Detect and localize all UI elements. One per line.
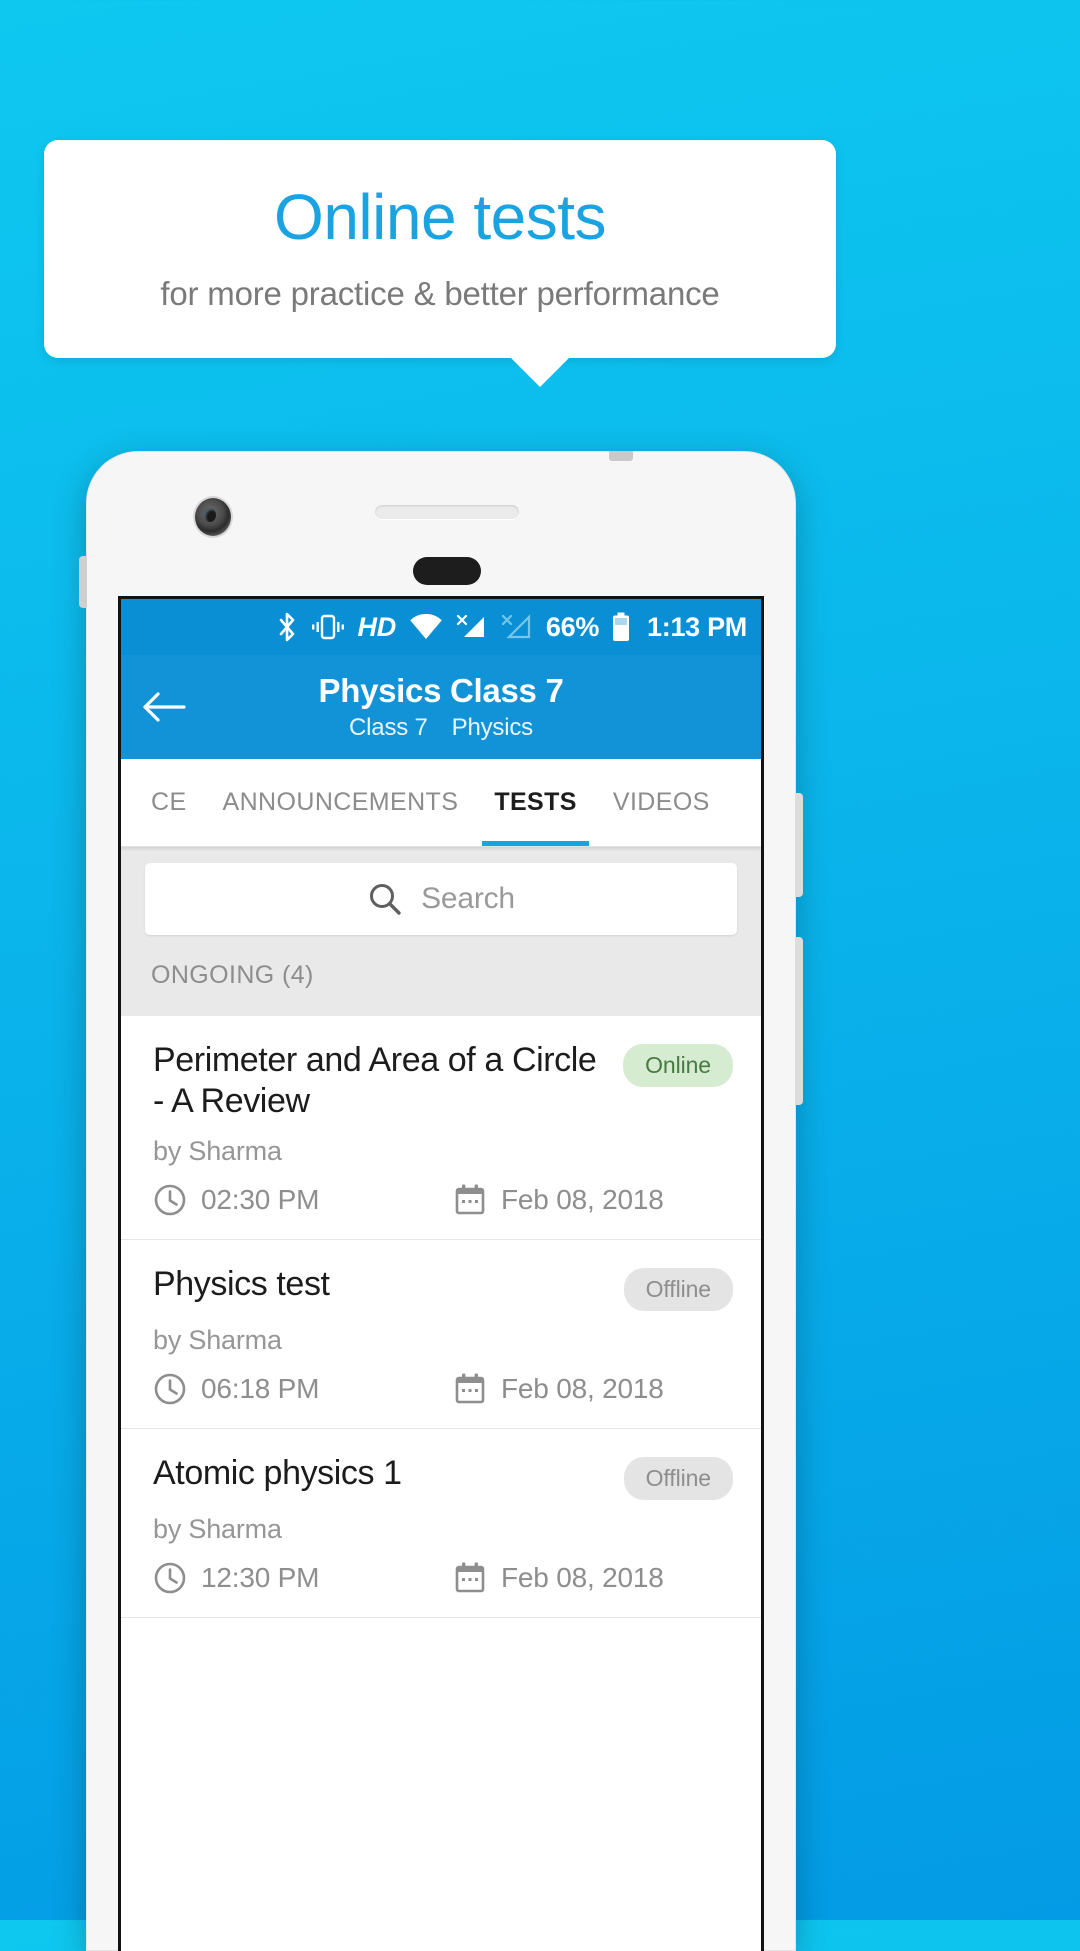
breadcrumb-class: Class 7 <box>349 714 428 741</box>
search-placeholder: Search <box>421 882 515 915</box>
page-title: Physics Class 7 <box>318 672 564 709</box>
app-bar: Physics Class 7 Class 7 Physics <box>121 655 761 759</box>
tab-ce[interactable]: CE <box>121 759 205 846</box>
test-date: Feb 08, 2018 <box>453 1183 664 1217</box>
signal-sim1-icon <box>456 613 488 641</box>
hd-icon: HD <box>357 611 397 642</box>
test-date: Feb 08, 2018 <box>453 1372 664 1406</box>
search-section: Search <box>121 847 761 955</box>
test-time: 06:18 PM <box>153 1372 453 1406</box>
battery-percent-label: 66% <box>545 611 600 642</box>
phone-left-button[interactable] <box>79 556 87 608</box>
test-meta: 12:30 PM Feb 08, 2018 <box>153 1561 733 1595</box>
breadcrumb: Class 7 Physics <box>337 714 545 742</box>
tab-videos[interactable]: VIDEOS <box>595 759 728 846</box>
test-time-label: 06:18 PM <box>201 1372 320 1404</box>
promo-callout-tail <box>510 357 570 387</box>
vibrate-icon <box>311 613 345 641</box>
status-bar: HD 66% 1:13 PM <box>121 599 761 655</box>
test-time: 12:30 PM <box>153 1561 453 1595</box>
phone-mockup: HD 66% 1:13 PM Physics Class 7 Class 7 P… <box>79 451 803 1951</box>
test-time-label: 12:30 PM <box>201 1561 320 1593</box>
test-date-label: Feb 08, 2018 <box>501 1183 664 1215</box>
phone-power-button[interactable] <box>795 937 803 1105</box>
calendar-icon <box>453 1561 487 1595</box>
calendar-icon <box>453 1183 487 1217</box>
test-item-header: Perimeter and Area of a Circle - A Revie… <box>153 1040 733 1122</box>
tab-tests[interactable]: TESTS <box>476 759 595 846</box>
status-badge: Offline <box>623 1456 733 1500</box>
app-bar-text-group: Physics Class 7 Class 7 Physics <box>121 655 761 759</box>
tab-bar: CE ANNOUNCEMENTS TESTS VIDEOS <box>121 759 761 847</box>
wifi-icon <box>409 614 443 640</box>
section-header-ongoing: ONGOING (4) <box>121 955 761 1016</box>
search-icon <box>367 881 403 917</box>
clock-label: 1:13 PM <box>647 611 747 642</box>
phone-top-antenna-line <box>609 451 633 461</box>
test-meta: 02:30 PM Feb 08, 2018 <box>153 1183 733 1217</box>
test-list-item[interactable]: Perimeter and Area of a Circle - A Revie… <box>121 1016 761 1240</box>
test-author: by Sharma <box>153 1513 282 1544</box>
test-author: by Sharma <box>153 1324 282 1355</box>
test-title: Physics test <box>153 1264 330 1303</box>
search-input[interactable]: Search <box>145 863 737 935</box>
test-time-label: 02:30 PM <box>201 1183 320 1215</box>
calendar-icon <box>453 1372 487 1406</box>
test-title: Atomic physics 1 <box>153 1453 402 1492</box>
status-badge: Online <box>623 1044 733 1087</box>
signal-sim2-icon <box>501 613 533 641</box>
test-item-header: Physics test Offline <box>153 1264 733 1311</box>
back-button[interactable] <box>121 690 207 724</box>
battery-icon <box>612 612 630 642</box>
clock-icon <box>153 1372 187 1406</box>
phone-screen: HD 66% 1:13 PM Physics Class 7 Class 7 P… <box>118 596 764 1951</box>
phone-volume-button[interactable] <box>795 793 803 897</box>
test-date: Feb 08, 2018 <box>453 1561 664 1595</box>
test-list-item[interactable]: Physics test Offline by Sharma 06:18 PM <box>121 1240 761 1429</box>
test-date-label: Feb 08, 2018 <box>501 1372 664 1404</box>
test-time: 02:30 PM <box>153 1183 453 1217</box>
promo-callout: Online tests for more practice & better … <box>44 140 836 358</box>
test-item-header: Atomic physics 1 Offline <box>153 1453 733 1500</box>
front-camera-icon <box>195 498 231 536</box>
tab-announcements[interactable]: ANNOUNCEMENTS <box>205 759 477 846</box>
test-author: by Sharma <box>153 1135 282 1166</box>
test-meta: 06:18 PM Feb 08, 2018 <box>153 1372 733 1406</box>
test-date-label: Feb 08, 2018 <box>501 1561 664 1593</box>
promo-subtitle: for more practice & better performance <box>160 275 720 312</box>
test-list-item[interactable]: Atomic physics 1 Offline by Sharma 12:30… <box>121 1429 761 1618</box>
proximity-sensor <box>413 557 481 585</box>
clock-icon <box>153 1183 187 1217</box>
breadcrumb-subject: Physics <box>451 714 533 741</box>
bluetooth-icon <box>276 612 298 642</box>
promo-title: Online tests <box>274 181 606 253</box>
tests-list: Perimeter and Area of a Circle - A Revie… <box>121 1016 761 1618</box>
clock-icon <box>153 1561 187 1595</box>
earpiece-speaker <box>375 505 519 519</box>
test-title: Perimeter and Area of a Circle - A Revie… <box>153 1041 597 1120</box>
arrow-left-icon <box>142 690 186 724</box>
status-badge: Offline <box>623 1267 733 1311</box>
